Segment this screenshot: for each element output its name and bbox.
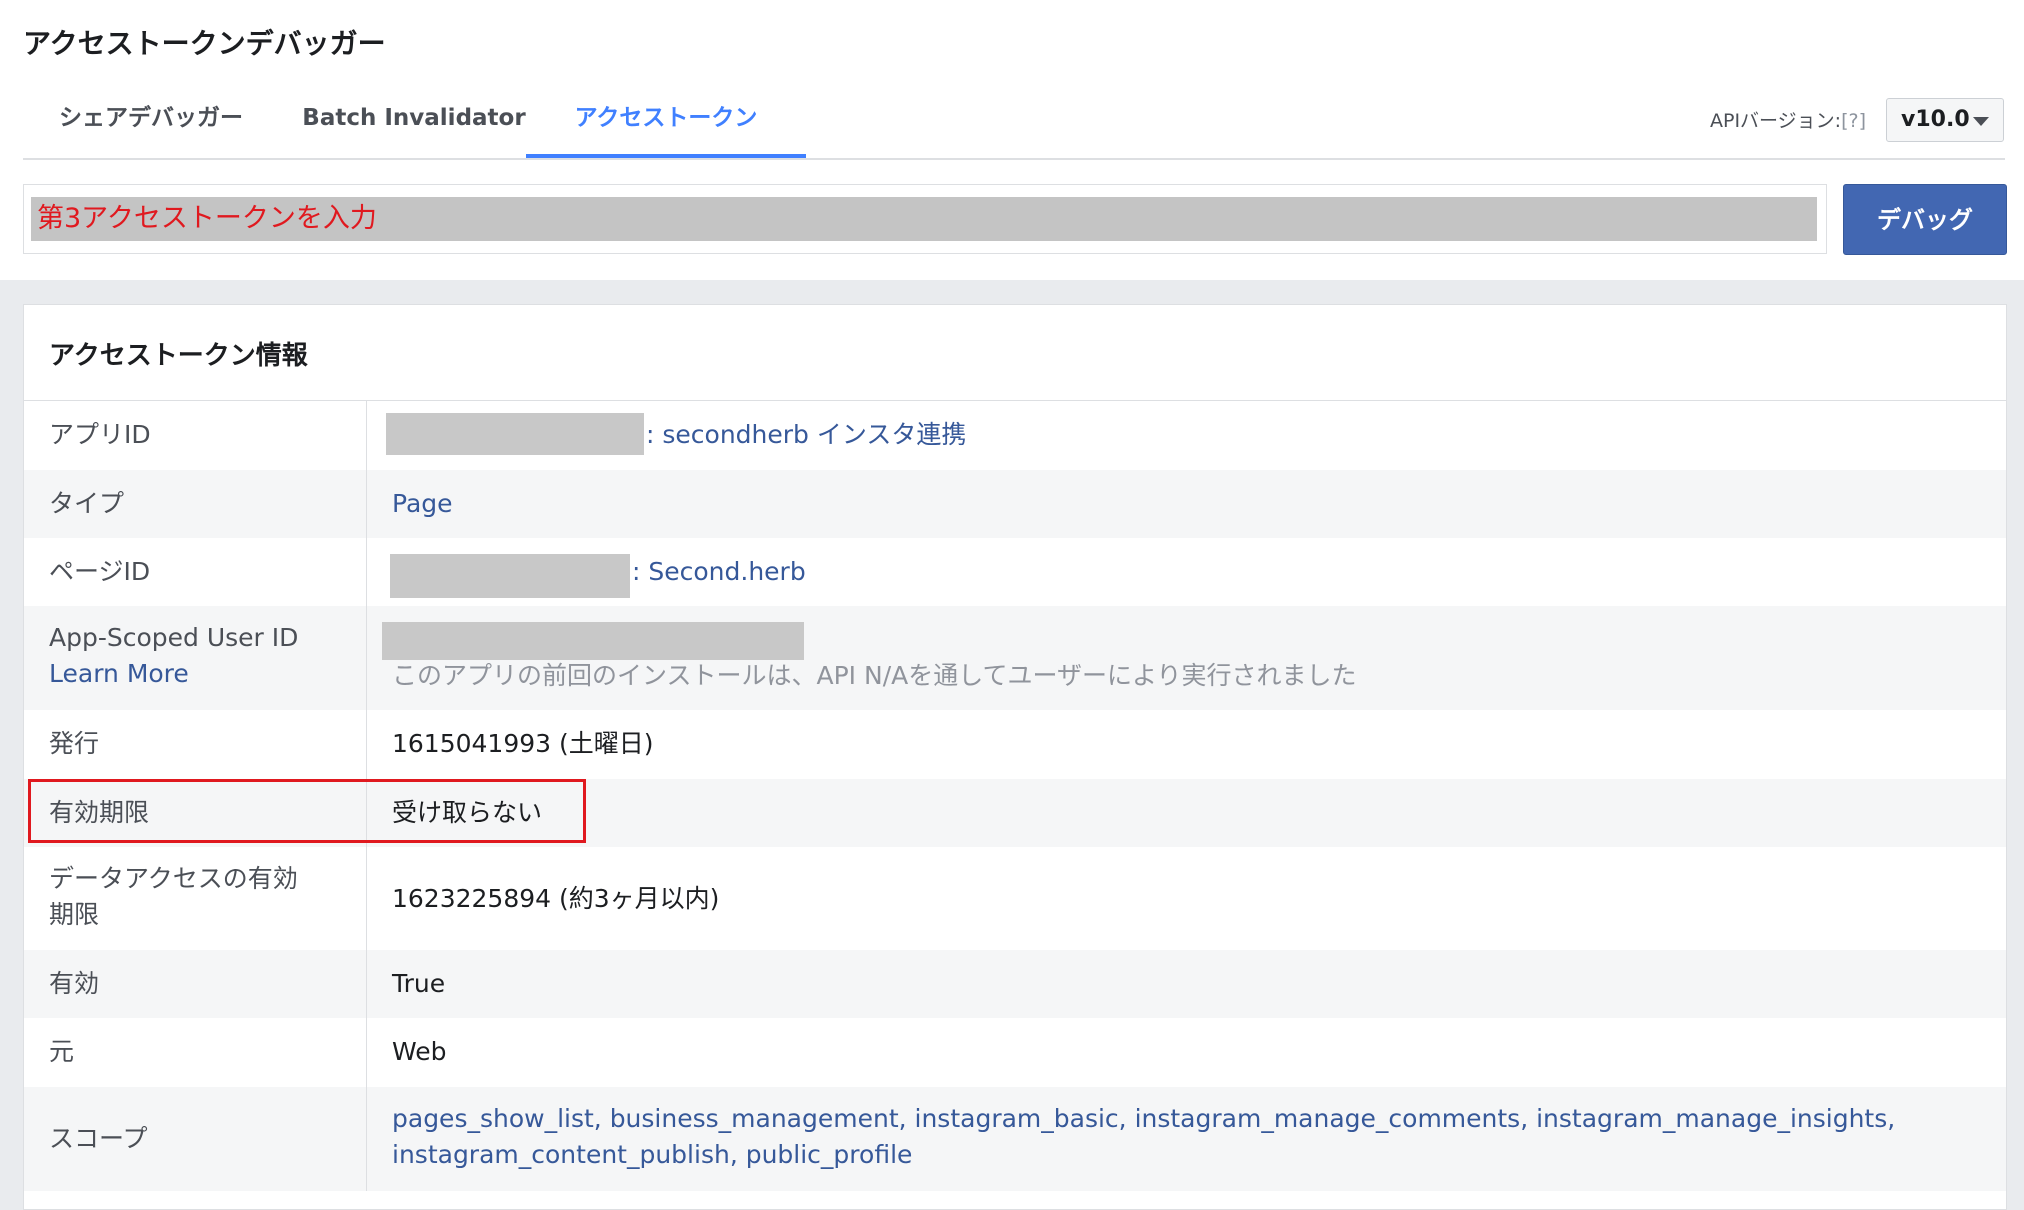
api-version-label: APIバージョン:[?] (1710, 106, 1866, 133)
data-access-expires-value: 1623225894 (約3ヶ月以内) (392, 884, 720, 913)
tab-access-token[interactable]: アクセストークン (526, 96, 806, 158)
label-type: タイプ (49, 489, 125, 518)
debug-button[interactable]: デバッグ (1843, 184, 2007, 255)
scopes-line2: instagram_content_publish, public_profil… (392, 1140, 913, 1169)
tab-batch-invalidator[interactable]: Batch Invalidator (279, 96, 549, 158)
label-app-scoped-user-id: App-Scoped User ID (49, 623, 299, 652)
label-expires: 有効期限 (49, 798, 150, 827)
label-cell: App-Scoped User ID Learn More (24, 606, 367, 710)
scopes-line1: pages_show_list, business_management, in… (392, 1104, 1896, 1133)
origin-value: Web (392, 1037, 447, 1066)
row-issued: 発行 1615041993 (土曜日) (24, 710, 2006, 779)
row-type: タイプ Page (24, 470, 2006, 538)
label-cell: アプリID (24, 401, 367, 470)
row-app-scoped-user-id: App-Scoped User ID Learn More このアプリの前回のイ… (24, 606, 2006, 710)
label-valid: 有効 (49, 969, 100, 998)
page-title: アクセストークンデバッガー (23, 27, 386, 60)
redacted-user-id (382, 622, 804, 660)
top-toolbar: アクセストークンデバッガー シェアデバッガー Batch Invalidator… (0, 0, 2024, 280)
row-valid: 有効 True (24, 950, 2006, 1018)
api-version-value: v10.0 (1901, 107, 1970, 132)
api-version-text: APIバージョン: (1710, 110, 1842, 132)
access-token-input[interactable] (31, 197, 1817, 241)
card-title: アクセストークン情報 (49, 341, 308, 371)
learn-more-link[interactable]: Learn More (49, 656, 189, 692)
tab-bar: シェアデバッガー Batch Invalidator アクセストークン (23, 96, 2005, 160)
label-issued: 発行 (49, 729, 100, 758)
row-origin: 元 Web (24, 1018, 2006, 1087)
label-page-id: ページID (49, 557, 151, 586)
label-origin: 元 (49, 1037, 75, 1066)
label-cell: 有効期限 (24, 779, 367, 847)
label-scopes: スコープ (49, 1124, 148, 1153)
row-data-access-expires: データアクセスの有効 期限 1623225894 (約3ヶ月以内) (24, 847, 2006, 950)
label-data-access-expires-line2: 期限 (49, 900, 100, 929)
install-note: このアプリの前回のインストールは、API N/Aを通してユーザーにより実行されま… (392, 661, 1357, 690)
label-cell: スコープ (24, 1087, 367, 1191)
row-scopes: スコープ pages_show_list, business_managemen… (24, 1087, 2006, 1191)
api-version-help-link[interactable]: [?] (1841, 110, 1866, 132)
redacted-page-id (390, 554, 630, 598)
token-info-card: アクセストークン情報 アプリID : secondherb インスタ連携 タイプ… (23, 304, 2007, 1210)
api-version-select[interactable]: v10.0 (1886, 98, 2004, 142)
row-expires: 有効期限 受け取らない (24, 779, 2006, 847)
label-cell: 発行 (24, 710, 367, 779)
redacted-app-id (386, 413, 644, 455)
label-cell: データアクセスの有効 期限 (24, 847, 367, 950)
page-name-link[interactable]: : Second.herb (632, 554, 806, 590)
app-name-link[interactable]: : secondherb インスタ連携 (646, 417, 966, 453)
token-input-wrapper (23, 184, 1827, 254)
label-cell: 元 (24, 1018, 367, 1087)
label-cell: ページID (24, 538, 367, 606)
label-app-id: アプリID (49, 420, 151, 449)
card-header: アクセストークン情報 (24, 305, 2006, 401)
label-cell: タイプ (24, 470, 367, 538)
row-app-id: アプリID : secondherb インスタ連携 (24, 401, 2006, 470)
row-page-id: ページID : Second.herb (24, 538, 2006, 606)
tab-share-debugger[interactable]: シェアデバッガー (23, 96, 279, 158)
type-value-link[interactable]: Page (392, 486, 453, 522)
valid-value: True (392, 969, 446, 998)
label-data-access-expires-line1: データアクセスの有効 (49, 864, 298, 893)
expires-value: 受け取らない (392, 798, 543, 827)
label-cell: 有効 (24, 950, 367, 1018)
issued-value: 1615041993 (土曜日) (392, 729, 654, 758)
caret-down-icon (1973, 117, 1989, 126)
